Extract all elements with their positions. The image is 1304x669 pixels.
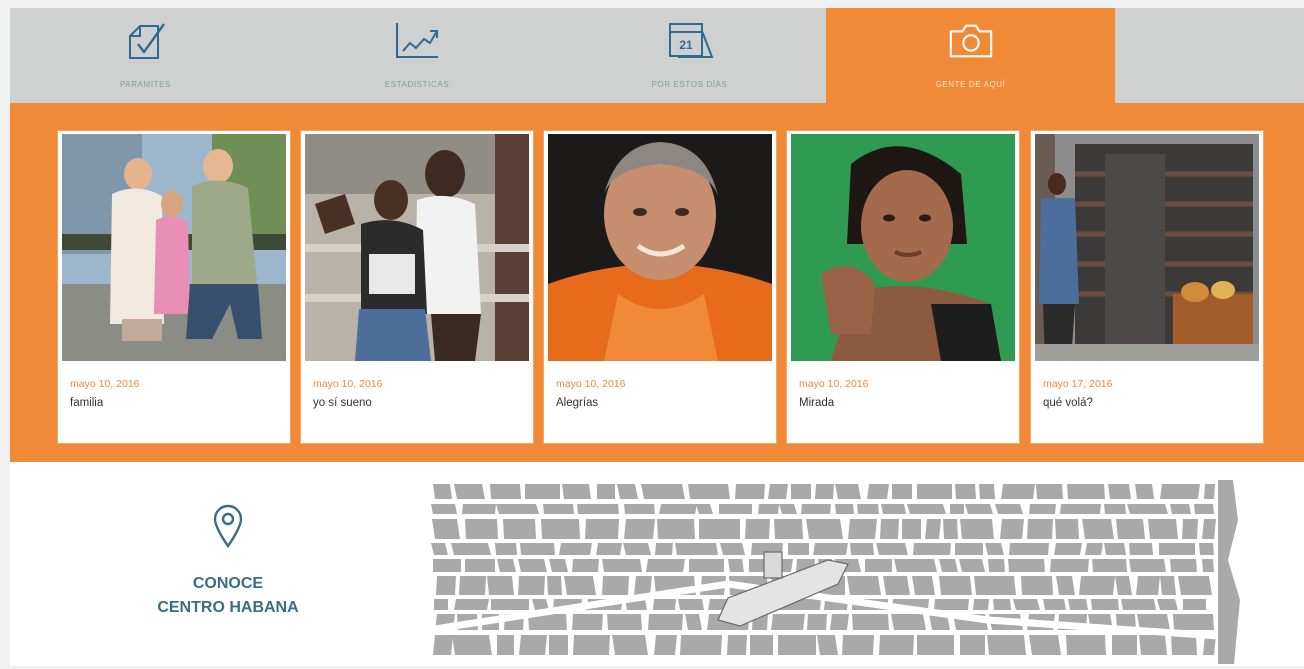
card-date: mayo 10, 2016 bbox=[313, 378, 383, 390]
tab-paramites[interactable]: PARAMITES bbox=[10, 8, 281, 103]
card-caption: qué volá? bbox=[1043, 397, 1093, 409]
tab-label: POR ESTOS DÍAS bbox=[651, 80, 728, 89]
tab-label: ESTADISTICAS bbox=[384, 80, 450, 89]
photo-mirada bbox=[791, 134, 1015, 361]
checklist-icon bbox=[122, 18, 170, 64]
chart-icon bbox=[393, 18, 441, 64]
card-caption: Mirada bbox=[799, 397, 835, 409]
photo-alegrias bbox=[548, 134, 772, 361]
photo-card[interactable]: mayo 10, 2016 yo sí sueno bbox=[301, 131, 533, 443]
photo-card[interactable]: mayo 10, 2016 Alegrías bbox=[544, 131, 776, 443]
camera-icon bbox=[947, 18, 995, 64]
tab-estadisticas[interactable]: ESTADISTICAS bbox=[281, 8, 553, 103]
map-section: CONOCE CENTRO HABANA bbox=[10, 462, 1304, 666]
conoce-centro-habana-link[interactable]: CONOCE CENTRO HABANA bbox=[118, 572, 338, 620]
calendar-day: 21 bbox=[679, 38, 693, 52]
photo-que-vola bbox=[1035, 134, 1259, 361]
photo-card[interactable]: mayo 10, 2016 Mirada bbox=[787, 131, 1019, 443]
card-caption: yo sí sueno bbox=[313, 397, 372, 409]
photo-card[interactable]: mayo 10, 2016 familia bbox=[58, 131, 290, 443]
card-caption: Alegrías bbox=[556, 397, 599, 409]
app-frame: PARAMITES ESTADISTICAS 21 POR ESTOS DÍAS… bbox=[10, 8, 1304, 666]
tab-bar: PARAMITES ESTADISTICAS 21 POR ESTOS DÍAS… bbox=[10, 8, 1304, 103]
location-pin-icon bbox=[212, 504, 244, 553]
card-caption: familia bbox=[70, 397, 104, 409]
photo-familia bbox=[62, 134, 286, 361]
card-date: mayo 10, 2016 bbox=[799, 378, 869, 390]
conoce-line1: CONOCE bbox=[192, 575, 264, 592]
tab-gente-de-aqui[interactable]: GENTE DE AQUÍ bbox=[826, 8, 1115, 103]
card-date: mayo 10, 2016 bbox=[70, 378, 140, 390]
gallery-band: mayo 10, 2016 familia mayo 10, 2016 yo s… bbox=[10, 103, 1304, 462]
card-date: mayo 10, 2016 bbox=[556, 378, 626, 390]
street-map[interactable] bbox=[427, 480, 1277, 664]
card-date: mayo 17, 2016 bbox=[1043, 378, 1113, 390]
tab-label: GENTE DE AQUÍ bbox=[935, 80, 1006, 89]
conoce-line2: CENTRO HABANA bbox=[157, 599, 299, 616]
tab-por-estos-dias[interactable]: 21 POR ESTOS DÍAS bbox=[553, 8, 826, 103]
calendar-icon: 21 bbox=[666, 18, 714, 64]
photo-card[interactable]: mayo 17, 2016 qué volá? bbox=[1031, 131, 1263, 443]
tab-label: PARAMITES bbox=[119, 80, 172, 89]
photo-yo-si-sueno bbox=[305, 134, 529, 361]
